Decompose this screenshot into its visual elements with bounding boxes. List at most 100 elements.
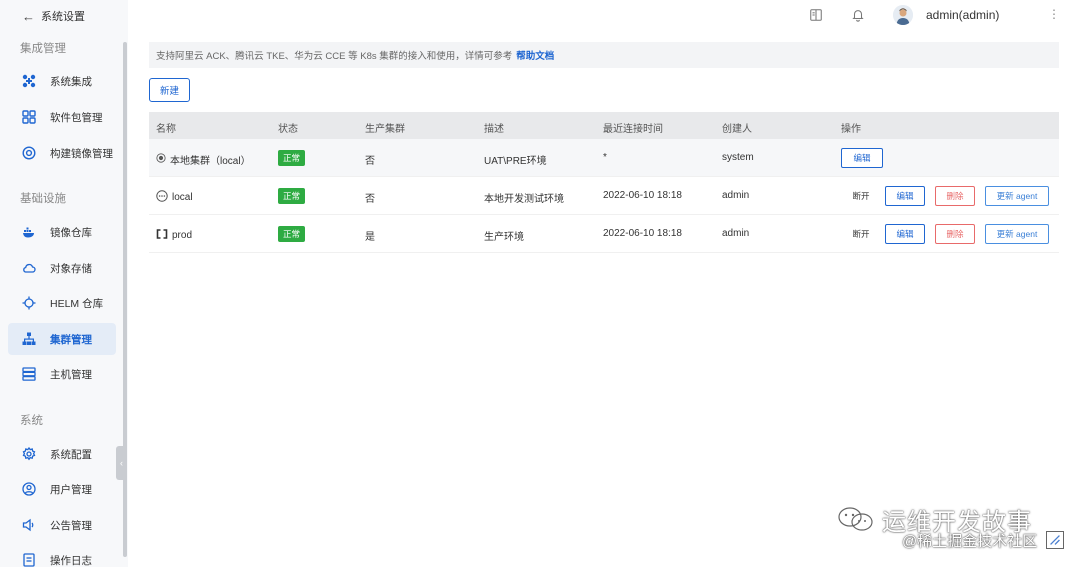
user-name[interactable]: admin(admin) bbox=[926, 8, 999, 22]
creator-value: admin bbox=[722, 190, 750, 201]
cluster-name: prod bbox=[172, 230, 193, 241]
column-header-description: 描述 bbox=[484, 124, 504, 135]
creator-value: admin bbox=[722, 228, 750, 239]
sidebar: ← 系统设置 集成管理 系统集成 软件包管理 构建镜像管理 基础设施 镜像仓库 … bbox=[0, 0, 128, 567]
sidebar-item-helm-repo[interactable]: HELM 仓库 bbox=[8, 287, 116, 319]
cloud-icon bbox=[22, 261, 36, 275]
integration-icon bbox=[22, 74, 36, 88]
cluster-name-cell: prod bbox=[156, 228, 192, 243]
host-icon bbox=[22, 367, 36, 381]
more-vertical-icon[interactable]: ⋮ bbox=[1048, 7, 1060, 21]
sidebar-item-label: 公告管理 bbox=[50, 519, 92, 532]
new-cluster-button[interactable]: 新建 bbox=[149, 78, 190, 102]
package-icon bbox=[22, 110, 36, 124]
update-agent-button[interactable]: 更新 agent bbox=[985, 224, 1049, 244]
description-value: 本地开发测试环境 bbox=[484, 194, 564, 205]
description-value: 生产环境 bbox=[484, 232, 524, 243]
cluster-name: local bbox=[172, 192, 193, 203]
sidebar-item-label: 对象存储 bbox=[50, 262, 92, 275]
back-label: 系统设置 bbox=[41, 11, 85, 23]
log-icon bbox=[22, 553, 36, 567]
cluster-icon bbox=[22, 332, 36, 346]
sidebar-collapse-handle[interactable]: ‹ bbox=[116, 446, 127, 480]
column-header-production: 生产集群 bbox=[365, 124, 405, 135]
sidebar-item-user-management[interactable]: 用户管理 bbox=[8, 473, 116, 505]
section-title-integration: 集成管理 bbox=[20, 43, 66, 55]
sidebar-item-label: 主机管理 bbox=[50, 368, 92, 381]
section-title-infrastructure: 基础设施 bbox=[20, 193, 66, 205]
arrow-left-icon: ← bbox=[22, 8, 35, 24]
sidebar-item-label: 系统配置 bbox=[50, 448, 92, 461]
column-header-creator: 创建人 bbox=[722, 124, 752, 135]
cluster-name-cell: local bbox=[156, 190, 193, 205]
notice-bar: 支持阿里云 ACK、腾讯云 TKE、华为云 CCE 等 K8s 集群的接入和使用… bbox=[149, 42, 1059, 68]
production-value: 是 bbox=[365, 232, 375, 243]
watermark-subtitle: @稀土掘金技术社区 bbox=[902, 533, 1038, 550]
table-row: 本地集群（local） 正常 否 UAT\PRE环境 * system 编辑 bbox=[149, 139, 1059, 177]
column-header-name: 名称 bbox=[156, 124, 176, 135]
back-to-system-settings[interactable]: ← 系统设置 bbox=[22, 8, 85, 24]
table-row: prod 正常 是 生产环境 2022-06-10 18:18 admin 断开… bbox=[149, 215, 1059, 253]
last-connected-value: 2022-06-10 18:18 bbox=[603, 228, 682, 239]
resize-corner-icon bbox=[1046, 531, 1064, 549]
notice-text: 支持阿里云 ACK、腾讯云 TKE、华为云 CCE 等 K8s 集群的接入和使用… bbox=[156, 51, 513, 62]
build-image-icon bbox=[22, 146, 36, 160]
disconnect-button[interactable]: 断开 bbox=[841, 224, 881, 244]
sidebar-item-build-image[interactable]: 构建镜像管理 bbox=[8, 137, 116, 169]
sidebar-item-label: HELM 仓库 bbox=[50, 297, 104, 310]
column-header-actions: 操作 bbox=[841, 124, 861, 135]
column-header-status: 状态 bbox=[278, 124, 298, 135]
cluster-name: 本地集群（local） bbox=[170, 156, 251, 167]
status-badge: 正常 bbox=[278, 150, 306, 166]
sidebar-item-label: 构建镜像管理 bbox=[50, 147, 113, 160]
status-badge: 正常 bbox=[278, 188, 306, 204]
sidebar-item-system-integration[interactable]: 系统集成 bbox=[8, 65, 116, 97]
announcement-icon bbox=[22, 518, 36, 532]
sidebar-item-label: 用户管理 bbox=[50, 483, 92, 496]
sidebar-item-announcement[interactable]: 公告管理 bbox=[8, 509, 116, 541]
update-agent-button[interactable]: 更新 agent bbox=[985, 186, 1049, 206]
production-value: 否 bbox=[365, 156, 375, 167]
edit-button[interactable]: 编辑 bbox=[841, 148, 883, 168]
sidebar-item-cluster-management[interactable]: 集群管理 bbox=[8, 323, 116, 355]
sidebar-item-image-registry[interactable]: 镜像仓库 bbox=[8, 216, 116, 248]
docker-icon bbox=[22, 225, 36, 239]
bell-icon[interactable] bbox=[850, 7, 866, 23]
dots-cluster-icon bbox=[156, 190, 168, 205]
avatar[interactable] bbox=[893, 5, 913, 25]
table-row: local 正常 否 本地开发测试环境 2022-06-10 18:18 adm… bbox=[149, 177, 1059, 215]
cluster-table: 名称 状态 生产集群 描述 最近连接时间 创建人 操作 本地集群（local） … bbox=[149, 112, 1059, 253]
disconnect-button[interactable]: 断开 bbox=[841, 186, 881, 206]
sidebar-item-system-config[interactable]: 系统配置 bbox=[8, 438, 116, 470]
delete-button[interactable]: 删除 bbox=[935, 186, 975, 206]
topbar: admin(admin) ⋮ bbox=[128, 0, 1080, 30]
delete-button[interactable]: 删除 bbox=[935, 224, 975, 244]
local-cluster-icon bbox=[156, 153, 166, 166]
creator-value: system bbox=[722, 152, 754, 163]
sidebar-item-operation-log[interactable]: 操作日志 bbox=[8, 544, 116, 567]
sidebar-item-label: 软件包管理 bbox=[50, 111, 103, 124]
helm-icon bbox=[22, 296, 36, 310]
section-title-system: 系统 bbox=[20, 415, 43, 427]
table-header: 名称 状态 生产集群 描述 最近连接时间 创建人 操作 bbox=[149, 112, 1059, 139]
description-value: UAT\PRE环境 bbox=[484, 156, 547, 167]
sidebar-item-package[interactable]: 软件包管理 bbox=[8, 101, 116, 133]
bracket-cluster-icon bbox=[156, 228, 168, 243]
gear-icon bbox=[22, 447, 36, 461]
last-connected-value: 2022-06-10 18:18 bbox=[603, 190, 682, 201]
status-badge: 正常 bbox=[278, 226, 306, 242]
sidebar-item-label: 系统集成 bbox=[50, 75, 92, 88]
book-icon[interactable] bbox=[808, 7, 824, 23]
edit-button[interactable]: 编辑 bbox=[885, 186, 925, 206]
last-connected-value: * bbox=[603, 152, 607, 163]
production-value: 否 bbox=[365, 194, 375, 205]
wechat-logo-icon bbox=[836, 505, 876, 533]
sidebar-item-label: 集群管理 bbox=[50, 333, 92, 346]
sidebar-item-label: 操作日志 bbox=[50, 554, 92, 567]
column-header-last-connected: 最近连接时间 bbox=[603, 124, 663, 135]
edit-button[interactable]: 编辑 bbox=[885, 224, 925, 244]
sidebar-item-label: 镜像仓库 bbox=[50, 226, 92, 239]
help-doc-link[interactable]: 帮助文档 bbox=[516, 48, 554, 62]
sidebar-item-host-management[interactable]: 主机管理 bbox=[8, 358, 116, 390]
sidebar-item-object-storage[interactable]: 对象存储 bbox=[8, 252, 116, 284]
